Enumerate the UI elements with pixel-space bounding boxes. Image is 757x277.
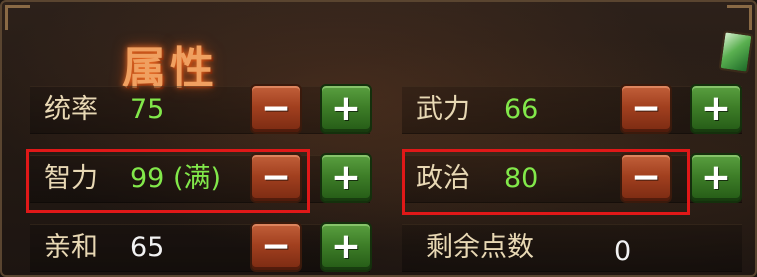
increase-politics-button[interactable]: +: [690, 153, 742, 203]
green-gem-icon[interactable]: [718, 30, 754, 74]
attribute-label-leadership: 统率: [44, 94, 98, 125]
increase-force-button[interactable]: +: [690, 84, 742, 134]
minus-icon: −: [630, 88, 662, 129]
decrease-affinity-button[interactable]: −: [250, 222, 302, 272]
attribute-label-affinity: 亲和: [44, 232, 98, 263]
increase-leadership-button[interactable]: +: [320, 84, 372, 134]
decrease-force-button[interactable]: −: [620, 84, 672, 134]
frame-corner-decoration: [5, 5, 30, 30]
attribute-label-force: 武力: [416, 94, 470, 125]
plus-icon: +: [330, 88, 362, 129]
highlight-box-intelligence: [26, 149, 310, 213]
attribute-value-force: 66: [504, 94, 539, 125]
remaining-points-label: 剩余点数: [426, 232, 534, 263]
remaining-points-value: 0: [614, 236, 632, 267]
frame-corner-decoration: [727, 5, 752, 30]
plus-icon: +: [330, 226, 362, 267]
increase-affinity-button[interactable]: +: [320, 222, 372, 272]
increase-intelligence-button[interactable]: +: [320, 153, 372, 203]
attribute-value-affinity: 65: [130, 232, 165, 263]
attribute-value-leadership: 75: [130, 94, 165, 125]
plus-icon: +: [700, 88, 732, 129]
highlight-box-politics: [402, 149, 690, 215]
minus-icon: −: [260, 226, 292, 267]
minus-icon: −: [260, 88, 292, 129]
decrease-leadership-button[interactable]: −: [250, 84, 302, 134]
plus-icon: +: [330, 157, 362, 198]
plus-icon: +: [700, 157, 732, 198]
attributes-panel: 属性 统率 75 − + 武力 66 − + 智力 99 (满) − + 政治 …: [0, 0, 757, 277]
